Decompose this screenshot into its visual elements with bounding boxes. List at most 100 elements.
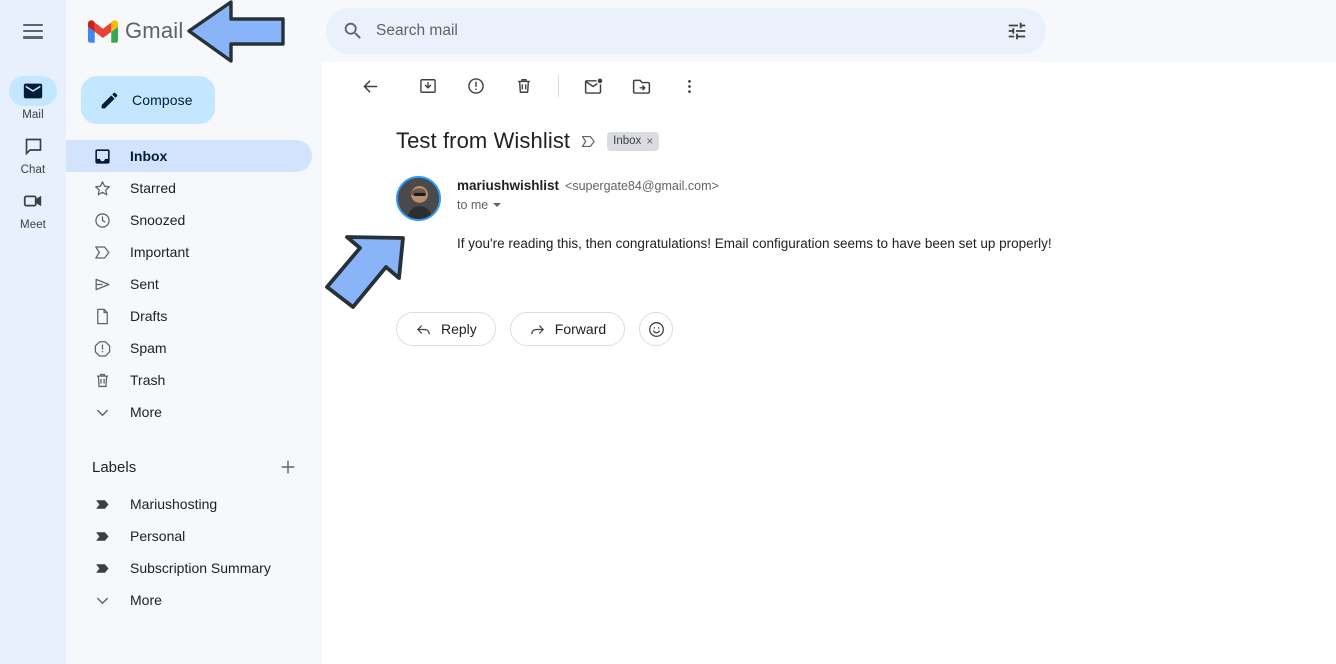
video-camera-icon bbox=[23, 195, 42, 207]
back-button[interactable] bbox=[350, 66, 390, 106]
gmail-app-window: Gmail Mail bbox=[0, 0, 1336, 664]
label-chip-remove-icon[interactable]: × bbox=[646, 134, 653, 148]
sidebar-item-more-folders[interactable]: More bbox=[66, 396, 312, 428]
sidebar-item-snoozed[interactable]: Snoozed bbox=[66, 204, 312, 236]
labels-header: Labels bbox=[66, 450, 322, 484]
recipient-text: to me bbox=[457, 198, 489, 212]
archive-button[interactable] bbox=[408, 66, 448, 106]
sidebar-label-subscription-summary[interactable]: Subscription Summary bbox=[66, 552, 312, 584]
label-text-more-labels: More bbox=[130, 592, 162, 608]
email-subject: Test from Wishlist bbox=[396, 128, 571, 153]
chat-bubble-icon bbox=[25, 138, 41, 156]
rail-label-chat: Chat bbox=[20, 164, 46, 176]
sender-email: <supergate84@gmail.com> bbox=[565, 179, 719, 193]
more-vertical-icon bbox=[687, 79, 691, 93]
hamburger-icon[interactable] bbox=[23, 23, 43, 39]
sidebar-label-trash: Trash bbox=[130, 372, 166, 388]
rail-pill-meet[interactable] bbox=[9, 186, 57, 216]
arrow-left-icon bbox=[363, 79, 377, 93]
rail-label-mail: Mail bbox=[22, 109, 44, 121]
send-icon bbox=[92, 274, 112, 294]
label-text-subscription-summary: Subscription Summary bbox=[130, 560, 271, 576]
compose-button[interactable]: Compose bbox=[81, 76, 215, 124]
delete-button[interactable] bbox=[504, 66, 544, 106]
sidebar-label-sent: Sent bbox=[130, 276, 159, 292]
label-tag-icon bbox=[92, 494, 112, 514]
mark-unread-icon bbox=[584, 78, 602, 94]
search-bar[interactable] bbox=[326, 8, 1046, 54]
report-spam-icon bbox=[468, 78, 484, 94]
app-header: Gmail bbox=[0, 0, 1336, 62]
sidebar-label-more-folders: More bbox=[130, 404, 162, 420]
mail-icon bbox=[23, 83, 43, 99]
compose-label: Compose bbox=[132, 92, 193, 108]
main-menu-button[interactable] bbox=[0, 0, 66, 62]
emoji-smiley-icon bbox=[648, 321, 664, 337]
inbox-icon bbox=[92, 146, 112, 166]
chevron-down-icon bbox=[92, 590, 112, 610]
rail-pill-mail[interactable] bbox=[9, 76, 57, 106]
forward-button[interactable]: Forward bbox=[509, 312, 626, 347]
sidebar-label-spam: Spam bbox=[130, 340, 167, 356]
sidebar-label-mariushosting[interactable]: Mariushosting bbox=[66, 488, 312, 520]
sender-line: mariushwishlist <supergate84@gmail.com> bbox=[457, 178, 1052, 193]
forward-label: Forward bbox=[554, 321, 607, 338]
sidebar-item-spam[interactable]: Spam bbox=[66, 332, 312, 364]
report-spam-button[interactable] bbox=[456, 66, 496, 106]
reply-arrow-icon bbox=[417, 325, 430, 335]
important-marker-icon[interactable] bbox=[580, 133, 597, 150]
search-input[interactable] bbox=[364, 22, 1006, 40]
rail-item-mail[interactable]: Mail bbox=[2, 76, 64, 121]
search-options-icon[interactable] bbox=[1006, 20, 1028, 42]
email-body-text: If you're reading this, then congratulat… bbox=[457, 236, 1052, 251]
spam-alert-icon bbox=[92, 338, 112, 358]
mark-unread-button[interactable] bbox=[573, 66, 613, 106]
reply-button[interactable]: Reply bbox=[396, 312, 496, 347]
sidebar-label-important: Important bbox=[130, 244, 190, 260]
gmail-logo-icon bbox=[88, 19, 118, 43]
gmail-brand[interactable]: Gmail bbox=[66, 0, 322, 62]
rail-item-chat[interactable]: Chat bbox=[2, 131, 64, 176]
move-to-button[interactable] bbox=[621, 66, 661, 106]
message-body-block: mariushwishlist <supergate84@gmail.com> … bbox=[457, 176, 1052, 254]
move-to-folder-icon bbox=[632, 79, 650, 94]
sidebar-label-drafts: Drafts bbox=[130, 308, 168, 324]
chevron-down-icon[interactable] bbox=[493, 203, 502, 207]
plus-icon[interactable] bbox=[278, 457, 298, 477]
pencil-icon bbox=[101, 92, 118, 108]
sidebar-item-drafts[interactable]: Drafts bbox=[66, 300, 312, 332]
search-area bbox=[322, 8, 1046, 54]
rail-label-meet: Meet bbox=[20, 219, 46, 231]
email-subject-row: Test from Wishlist Inbox × bbox=[322, 110, 1336, 154]
rail-pill-chat[interactable] bbox=[9, 131, 57, 161]
sender-avatar[interactable] bbox=[396, 176, 441, 221]
sidebar-item-sent[interactable]: Sent bbox=[66, 268, 312, 300]
reply-label: Reply bbox=[441, 321, 477, 338]
sidebar-label-more-labels[interactable]: More bbox=[66, 584, 312, 616]
email-message: mariushwishlist <supergate84@gmail.com> … bbox=[322, 154, 1336, 254]
more-options-button[interactable] bbox=[669, 66, 709, 106]
gmail-brand-label: Gmail bbox=[125, 18, 184, 43]
label-text-mariushosting: Mariushosting bbox=[130, 496, 218, 512]
sidebar-item-starred[interactable]: Starred bbox=[66, 172, 312, 204]
trash-icon bbox=[518, 79, 530, 93]
sidebar-item-trash[interactable]: Trash bbox=[66, 364, 312, 396]
chevron-down-icon bbox=[92, 402, 112, 422]
sidebar-item-important[interactable]: Important bbox=[66, 236, 312, 268]
label-chip-inbox[interactable]: Inbox × bbox=[607, 131, 660, 151]
label-tag-icon bbox=[92, 558, 112, 578]
archive-icon bbox=[420, 79, 436, 93]
search-icon bbox=[344, 22, 361, 39]
sidebar-label-personal[interactable]: Personal bbox=[66, 520, 312, 552]
clock-icon bbox=[92, 210, 112, 230]
sidebar-item-inbox[interactable]: Inbox bbox=[66, 140, 312, 172]
labels-title: Labels bbox=[92, 458, 137, 476]
rail-item-meet[interactable]: Meet bbox=[2, 186, 64, 231]
email-reading-pane: Test from Wishlist Inbox × mariushwishli… bbox=[322, 62, 1336, 664]
important-marker-icon bbox=[92, 242, 112, 262]
emoji-react-button[interactable] bbox=[639, 312, 674, 347]
recipient-line[interactable]: to me bbox=[457, 198, 1052, 212]
star-icon bbox=[92, 178, 112, 198]
app-switcher-rail: Mail Chat Meet bbox=[0, 62, 66, 664]
toolbar-divider bbox=[558, 75, 559, 97]
